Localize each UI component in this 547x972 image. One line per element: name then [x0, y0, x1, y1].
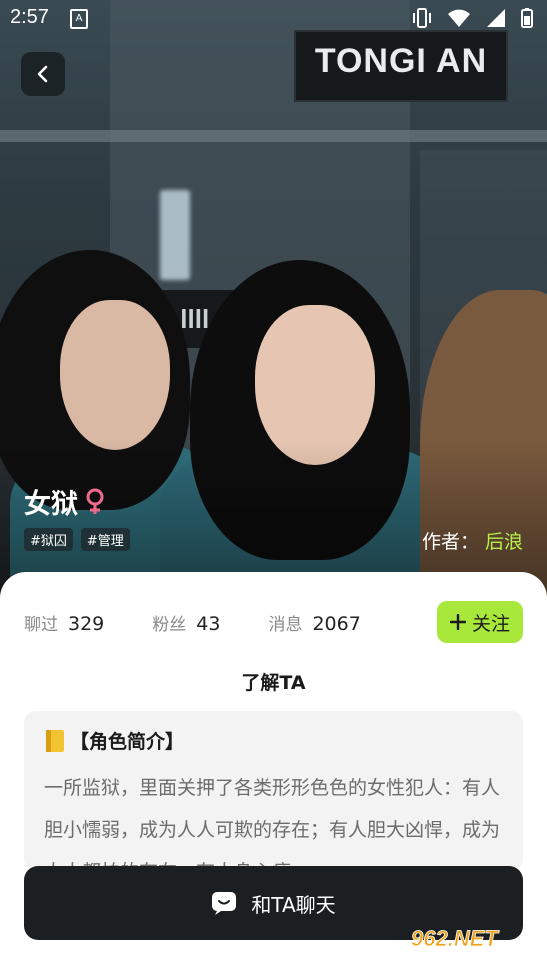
- stat-value: 43: [196, 613, 221, 635]
- character-name: 女狱: [24, 489, 78, 520]
- stat-label: 消息: [268, 615, 303, 635]
- stat-chats: 聊过 329: [24, 610, 104, 635]
- ceiling-light: [160, 190, 190, 280]
- back-button[interactable]: [21, 52, 65, 96]
- wall-pipe: [0, 130, 547, 142]
- sign-text: TONGI AN: [314, 42, 488, 80]
- status-time: 2:57: [10, 6, 49, 28]
- watermark-brand: 962.NET: [411, 926, 499, 951]
- chat-bubble-icon: [212, 892, 237, 915]
- stat-label: 聊过: [24, 615, 58, 635]
- author-label: 作者：: [421, 531, 479, 553]
- follow-label: 关注: [471, 612, 510, 635]
- intro-title-row: 【角色简介】: [44, 727, 184, 754]
- site-watermark: 962.NET 乐游网: [411, 926, 516, 966]
- intro-title: 【角色简介】: [70, 731, 185, 753]
- sign-board: TONGI AN: [294, 30, 508, 102]
- stats-row: 聊过 329 粉丝 43 消息 2067: [24, 610, 409, 635]
- stat-messages: 消息 2067: [268, 610, 360, 635]
- chevron-left-icon: [37, 65, 48, 83]
- person-face: [60, 300, 170, 450]
- chat-button-label: 和TA聊天: [251, 892, 336, 917]
- notebook-icon: [46, 729, 64, 752]
- stat-value: 2067: [312, 613, 361, 635]
- vibrate-icon: [413, 8, 431, 28]
- battery-icon: [521, 8, 533, 28]
- intro-text: 一所监狱，里面关押了各类形形色色的女性犯人：有人胆小懦弱，成为人人可欺的存在；有…: [44, 777, 501, 871]
- female-icon: [86, 488, 104, 514]
- author-name[interactable]: 后浪: [485, 531, 523, 553]
- stat-fans: 粉丝 43: [152, 610, 220, 635]
- signal-icon: [487, 9, 505, 27]
- stat-label: 粉丝: [152, 615, 187, 635]
- wifi-icon: [448, 9, 470, 27]
- status-bar: 2:57 A: [0, 0, 547, 36]
- section-title: 了解TA: [241, 672, 306, 694]
- tag[interactable]: #狱囚: [24, 528, 73, 551]
- intro-card: 【角色简介】 一所监狱，里面关押了各类形形色色的女性犯人：有人胆小懦弱，成为人人…: [24, 711, 523, 871]
- notification-icon: A: [70, 9, 88, 29]
- character-name-row: 女狱: [24, 482, 106, 521]
- status-icons: [411, 8, 533, 28]
- stat-value: 329: [68, 613, 105, 635]
- tag-list: #狱囚 #管理: [24, 528, 130, 551]
- plus-icon: [449, 614, 466, 630]
- follow-button[interactable]: 关注: [437, 601, 523, 643]
- author-info: 作者： 后浪: [422, 527, 523, 554]
- tag[interactable]: #管理: [80, 528, 130, 551]
- watermark-sub: 乐游网: [477, 951, 516, 966]
